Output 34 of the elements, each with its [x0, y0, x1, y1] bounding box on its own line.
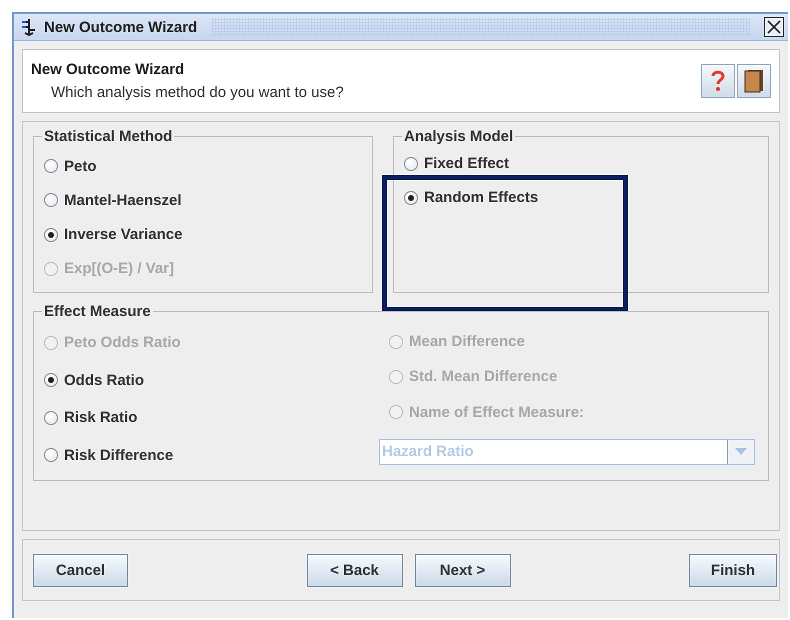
header-title: New Outcome Wizard	[31, 61, 186, 78]
wizard-button[interactable]: Cancel	[33, 554, 128, 586]
help-button[interactable]	[701, 64, 735, 98]
radio-button[interactable]	[44, 448, 58, 462]
wizard-button[interactable]: Next >	[414, 554, 510, 586]
close-button[interactable]	[764, 17, 784, 37]
book-icon	[744, 69, 764, 93]
radio-button[interactable]	[404, 156, 418, 170]
help-icon	[711, 70, 725, 92]
group-title: Statistical Method	[43, 128, 174, 145]
radio-button[interactable]	[44, 373, 58, 388]
group-title: Effect Measure	[43, 303, 152, 320]
radio-button[interactable]	[44, 159, 58, 174]
app-icon	[20, 18, 38, 36]
option-label[interactable]: Fixed Effect	[424, 155, 510, 172]
book-button[interactable]	[737, 64, 771, 98]
radio-button[interactable]	[44, 193, 58, 208]
radio-button[interactable]	[404, 190, 418, 204]
radio-button[interactable]	[44, 410, 58, 425]
option-label[interactable]: Peto	[64, 158, 97, 175]
header-subtitle: Which analysis method do you want to use?	[51, 84, 345, 101]
radio-button[interactable]	[44, 228, 58, 242]
dropdown-arrow-icon	[735, 448, 747, 456]
option-label[interactable]: Odds Ratio	[64, 372, 144, 389]
option-label[interactable]: Mantel-Haenszel	[64, 192, 182, 209]
option-label[interactable]: Risk Difference	[64, 446, 174, 464]
close-icon	[767, 20, 781, 34]
option-label[interactable]: Random Effects	[424, 189, 538, 206]
wizard-button[interactable]: Finish	[689, 554, 777, 586]
window-title: New Outcome Wizard	[44, 18, 198, 36]
group-title: Analysis Model	[403, 128, 514, 145]
option-label[interactable]: Risk Ratio	[64, 409, 138, 426]
wizard-button[interactable]: < Back	[306, 554, 402, 586]
option-label[interactable]: Inverse Variance	[64, 226, 182, 244]
